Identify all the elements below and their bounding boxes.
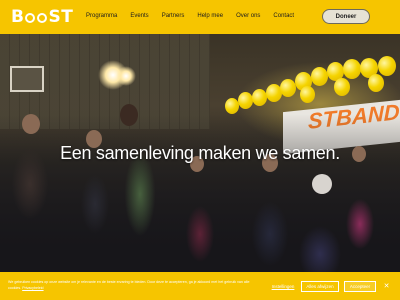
- nav-item-events[interactable]: Events: [130, 13, 148, 19]
- balloon: [343, 59, 361, 79]
- basketball-board: [10, 66, 44, 92]
- crowd: [0, 114, 400, 272]
- hero-image: STBAND Een samenleving maken we samen.: [0, 34, 400, 272]
- site-header: B ST Programma Events Partners Help mee …: [0, 0, 400, 34]
- nav-item-contact[interactable]: Contact: [273, 13, 294, 19]
- close-icon[interactable]: ✕: [382, 282, 391, 291]
- stage-light: [116, 66, 136, 86]
- logo-o-icon: [37, 13, 48, 23]
- main-nav: Programma Events Partners Help mee Over …: [86, 13, 307, 19]
- balloon: [334, 78, 350, 96]
- balloon: [368, 74, 384, 92]
- balloon: [378, 56, 396, 76]
- cookie-settings-button[interactable]: Instellingen: [268, 281, 298, 292]
- balloon: [238, 92, 253, 109]
- balloon: [252, 89, 267, 106]
- balloon: [311, 67, 328, 86]
- donate-button[interactable]: Doneer: [322, 9, 370, 24]
- accept-button[interactable]: Accepteer: [344, 281, 376, 292]
- person-head: [120, 104, 138, 126]
- nav-item-help-mee[interactable]: Help mee: [197, 13, 223, 19]
- nav-item-over-ons[interactable]: Over ons: [236, 13, 260, 19]
- cookie-message: We gebruiken cookies op onze website om …: [8, 280, 250, 290]
- logo-text-right: ST: [48, 7, 74, 27]
- logo-text-left: B: [11, 7, 25, 27]
- nav-item-programma[interactable]: Programma: [86, 13, 117, 19]
- balloon: [280, 79, 296, 97]
- hero-title: Een samenleving maken we samen.: [60, 143, 340, 163]
- person-head: [312, 174, 332, 194]
- balloon: [225, 98, 239, 114]
- logo-o-icon: [25, 13, 36, 23]
- privacy-link[interactable]: Privacybeleid: [22, 286, 43, 290]
- reject-all-button[interactable]: Alles afwijzen: [301, 281, 339, 292]
- logo[interactable]: B ST: [11, 6, 73, 28]
- cookie-bar: We gebruiken cookies op onze website om …: [0, 272, 400, 300]
- balloon: [300, 86, 315, 103]
- person-head: [22, 114, 40, 134]
- nav-item-partners[interactable]: Partners: [162, 13, 185, 19]
- cookie-text: We gebruiken cookies op onze website om …: [8, 280, 263, 291]
